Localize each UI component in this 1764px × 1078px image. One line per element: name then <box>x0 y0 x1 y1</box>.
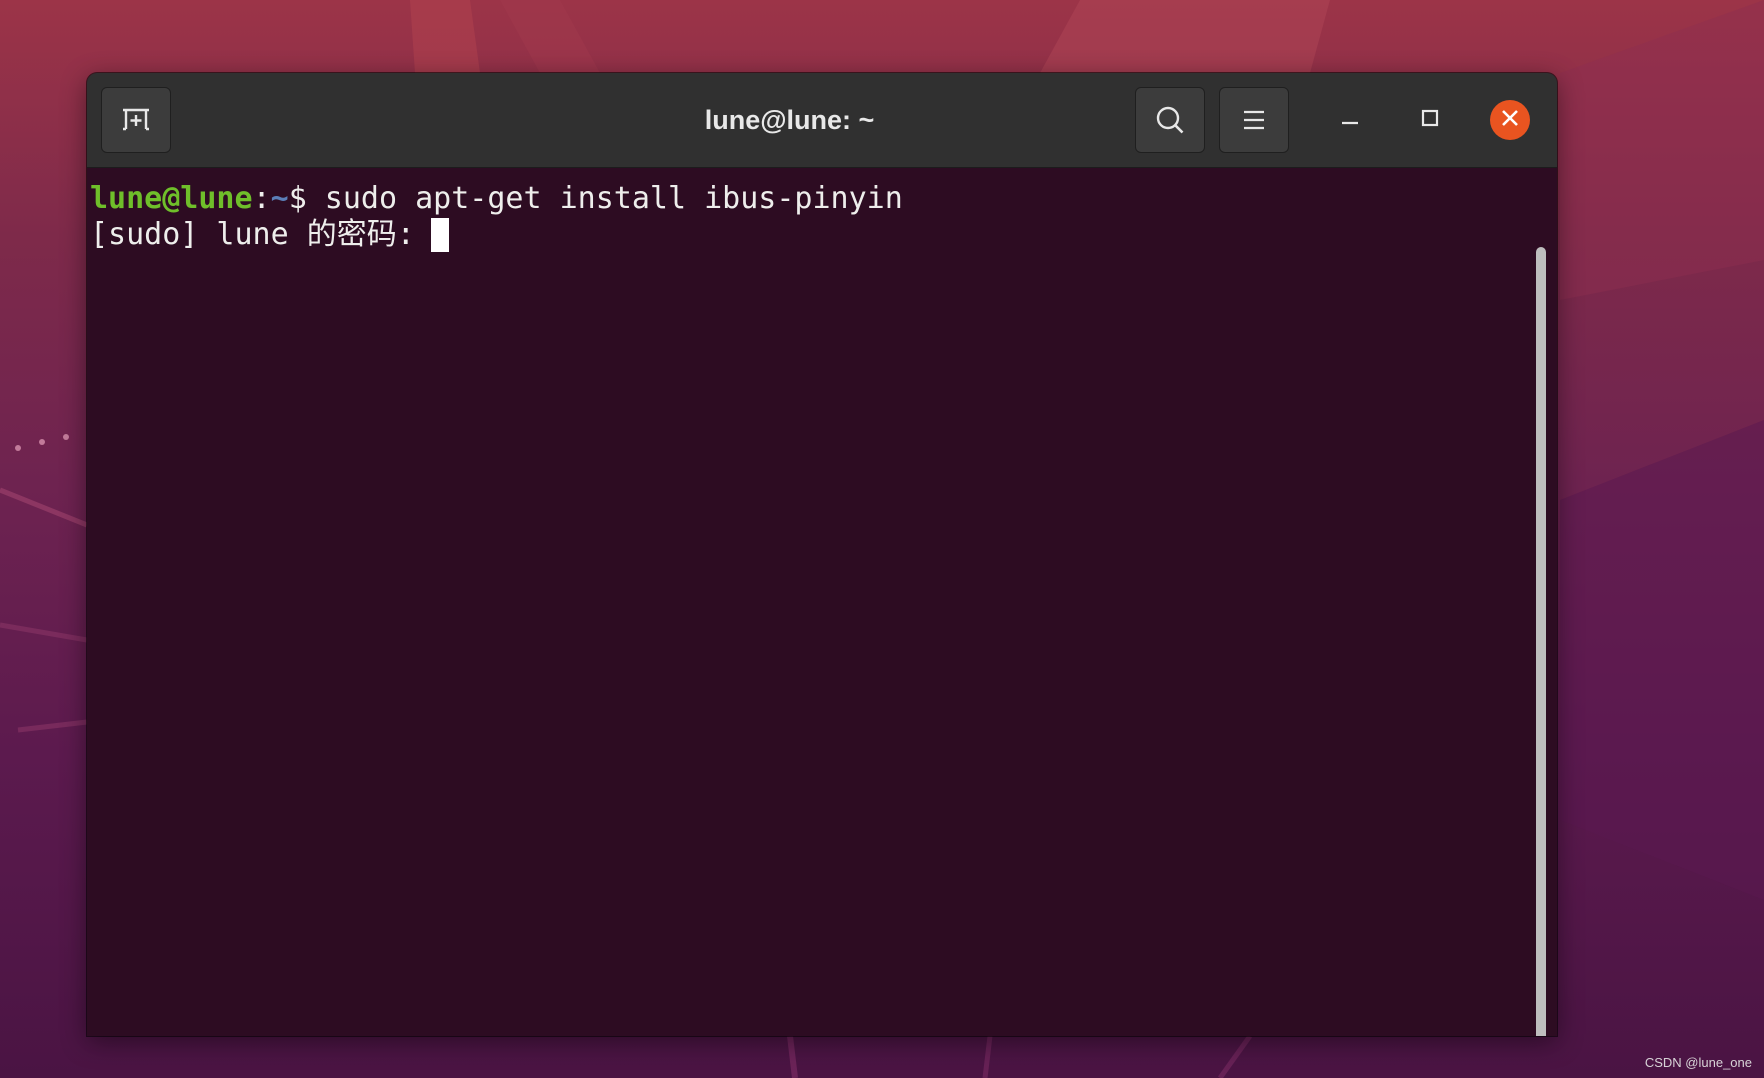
minimize-button[interactable] <box>1330 100 1370 140</box>
search-icon <box>1155 105 1185 135</box>
maximize-button[interactable] <box>1410 100 1450 140</box>
sudo-password-prompt: [sudo] lune 的密码: <box>90 217 415 252</box>
minimize-icon <box>1340 108 1360 132</box>
text-cursor <box>430 218 449 252</box>
prompt-colon: : <box>252 181 271 216</box>
watermark: CSDN @lune_one <box>1644 1055 1752 1070</box>
terminal-output[interactable]: lune@lune:~$ sudo apt-get install ibus-p… <box>87 169 1557 1036</box>
terminal-line-password-prompt: [sudo] lune 的密码: <box>90 217 1557 253</box>
menu-button[interactable] <box>1219 87 1289 153</box>
terminal-line-command: lune@lune:~$ sudo apt-get install ibus-p… <box>90 181 1557 217</box>
close-button[interactable] <box>1490 100 1530 140</box>
maximize-icon <box>1420 108 1440 132</box>
prompt-sign: $ <box>288 181 307 216</box>
headerbar: lune@lune: ~ <box>87 73 1557 168</box>
prompt-path: ~ <box>270 181 289 216</box>
search-button[interactable] <box>1135 87 1205 153</box>
hamburger-menu-icon <box>1242 109 1266 131</box>
terminal-command: sudo apt-get install ibus-pinyin <box>306 181 903 216</box>
terminal-window: lune@lune: ~ lune@lune:~$ sudo apt-get i… <box>87 73 1557 1036</box>
terminal-scrollbar[interactable] <box>1536 247 1546 1036</box>
close-icon <box>1500 108 1520 132</box>
prompt-user-host: lune@lune <box>90 181 253 216</box>
